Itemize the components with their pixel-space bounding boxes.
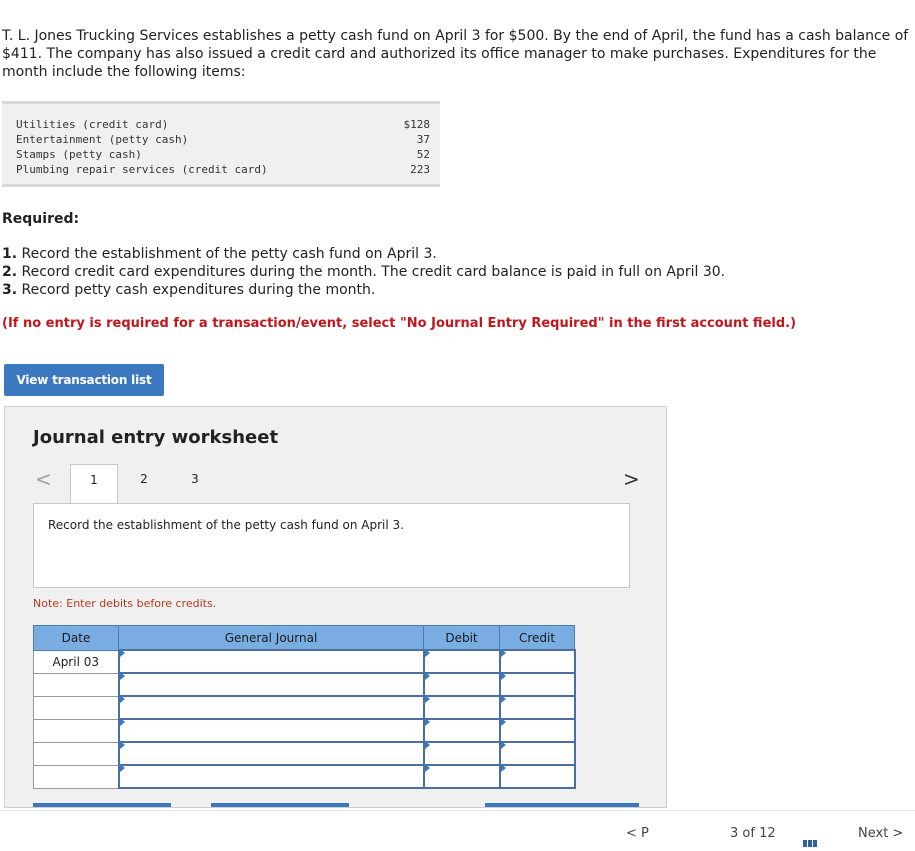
journal-row: April 03 xyxy=(33,649,576,674)
debits-note: Note: Enter debits before credits. xyxy=(33,597,217,610)
required-heading: Required: xyxy=(2,211,80,227)
step-number: 3. xyxy=(2,282,18,298)
debit-field[interactable] xyxy=(422,695,501,720)
required-step: 1. Record the establishment of the petty… xyxy=(2,245,725,263)
dropdown-marker-icon xyxy=(424,741,430,749)
worksheet-title: Journal entry worksheet xyxy=(33,427,279,448)
dropdown-marker-icon xyxy=(119,649,125,657)
debit-field[interactable] xyxy=(422,764,501,789)
expenditure-amount: 223 xyxy=(410,163,430,176)
step-text: Record the establishment of the petty ca… xyxy=(17,246,437,262)
journal-row xyxy=(33,741,576,766)
view-transaction-list-button[interactable]: View transaction list xyxy=(4,364,164,396)
next-entry-icon[interactable]: > xyxy=(623,467,640,491)
step-number: 1. xyxy=(2,246,18,262)
account-field[interactable] xyxy=(117,741,425,766)
journal-row xyxy=(33,718,576,743)
date-cell xyxy=(33,764,119,789)
expenditure-label: Utilities (credit card) xyxy=(16,118,169,131)
expenditure-row: Stamps (petty cash) 52 xyxy=(2,148,440,163)
dropdown-marker-icon xyxy=(424,718,430,726)
tab-entry-2[interactable]: 2 xyxy=(120,464,168,504)
account-field[interactable] xyxy=(117,718,425,743)
debit-field[interactable] xyxy=(422,718,501,743)
expenditure-amount: 52 xyxy=(416,148,430,161)
debit-field[interactable] xyxy=(422,741,501,766)
dropdown-marker-icon xyxy=(424,649,430,657)
view-general-journal-button[interactable] xyxy=(485,803,639,807)
no-entry-instruction: (If no entry is required for a transacti… xyxy=(2,316,797,331)
required-step: 2. Record credit card expenditures durin… xyxy=(2,263,725,281)
expenditure-amount: $128 xyxy=(403,118,431,131)
required-steps: 1. Record the establishment of the petty… xyxy=(2,245,725,299)
tab-entry-3[interactable]: 3 xyxy=(171,464,219,504)
credit-field[interactable] xyxy=(498,672,576,697)
date-column-header: Date xyxy=(33,625,119,651)
step-number: 2. xyxy=(2,264,18,280)
debit-field[interactable] xyxy=(422,672,501,697)
date-cell xyxy=(33,718,119,743)
dropdown-marker-icon xyxy=(424,764,430,772)
dropdown-marker-icon xyxy=(424,695,430,703)
dropdown-marker-icon xyxy=(119,695,125,703)
grid-icon[interactable] xyxy=(803,832,821,847)
entry-prompt-box: Record the establishment of the petty ca… xyxy=(33,503,630,588)
account-field[interactable] xyxy=(117,672,425,697)
account-field[interactable] xyxy=(117,695,425,720)
debit-field[interactable] xyxy=(422,649,501,674)
date-cell xyxy=(33,672,119,697)
general-journal-column-header: General Journal xyxy=(118,625,424,651)
credit-field[interactable] xyxy=(498,649,576,674)
dropdown-marker-icon xyxy=(500,649,506,657)
dropdown-marker-icon xyxy=(119,718,125,726)
problem-intro: T. L. Jones Trucking Services establishe… xyxy=(2,28,909,80)
date-cell: April 03 xyxy=(33,649,119,674)
clear-entry-button[interactable] xyxy=(211,803,349,807)
dropdown-marker-icon xyxy=(500,672,506,680)
entry-prompt: Record the establishment of the petty ca… xyxy=(48,518,404,532)
account-field[interactable] xyxy=(117,764,425,789)
expenditure-row: Plumbing repair services (credit card) 2… xyxy=(2,163,440,178)
dropdown-marker-icon xyxy=(424,672,430,680)
dropdown-marker-icon xyxy=(119,672,125,680)
credit-field[interactable] xyxy=(498,741,576,766)
dropdown-marker-icon xyxy=(500,764,506,772)
journal-row xyxy=(33,672,576,697)
dropdown-marker-icon xyxy=(500,741,506,749)
expenditure-label: Plumbing repair services (credit card) xyxy=(16,163,268,176)
record-entry-button[interactable] xyxy=(33,803,171,807)
date-cell xyxy=(33,695,119,720)
expenditure-label: Entertainment (petty cash) xyxy=(16,133,189,146)
journal-table: Date General Journal Debit Credit April … xyxy=(33,625,576,789)
journal-row xyxy=(33,695,576,720)
expenditure-amount: 37 xyxy=(416,133,430,146)
debit-column-header: Debit xyxy=(423,625,500,651)
dropdown-marker-icon xyxy=(119,764,125,772)
journal-entry-worksheet: Journal entry worksheet < 1 2 3 > Record… xyxy=(4,406,667,808)
journal-row xyxy=(33,764,576,789)
expenditure-list: Utilities (credit card) $128 Entertainme… xyxy=(2,101,440,187)
dropdown-marker-icon xyxy=(500,695,506,703)
credit-field[interactable] xyxy=(498,695,576,720)
step-text: Record petty cash expenditures during th… xyxy=(17,282,376,298)
dropdown-marker-icon xyxy=(119,741,125,749)
credit-column-header: Credit xyxy=(499,625,575,651)
credit-field[interactable] xyxy=(498,764,576,789)
account-field[interactable] xyxy=(117,649,425,674)
footer-divider xyxy=(0,810,915,811)
expenditure-row: Utilities (credit card) $128 xyxy=(2,118,440,133)
tab-entry-1[interactable]: 1 xyxy=(70,464,118,504)
expenditure-row: Entertainment (petty cash) 37 xyxy=(2,133,440,148)
date-cell xyxy=(33,741,119,766)
required-step: 3. Record petty cash expenditures during… xyxy=(2,281,725,299)
expenditure-label: Stamps (petty cash) xyxy=(16,148,142,161)
previous-entry-icon[interactable]: < xyxy=(35,467,52,491)
credit-field[interactable] xyxy=(498,718,576,743)
dropdown-marker-icon xyxy=(500,718,506,726)
step-text: Record credit card expenditures during t… xyxy=(17,264,726,280)
